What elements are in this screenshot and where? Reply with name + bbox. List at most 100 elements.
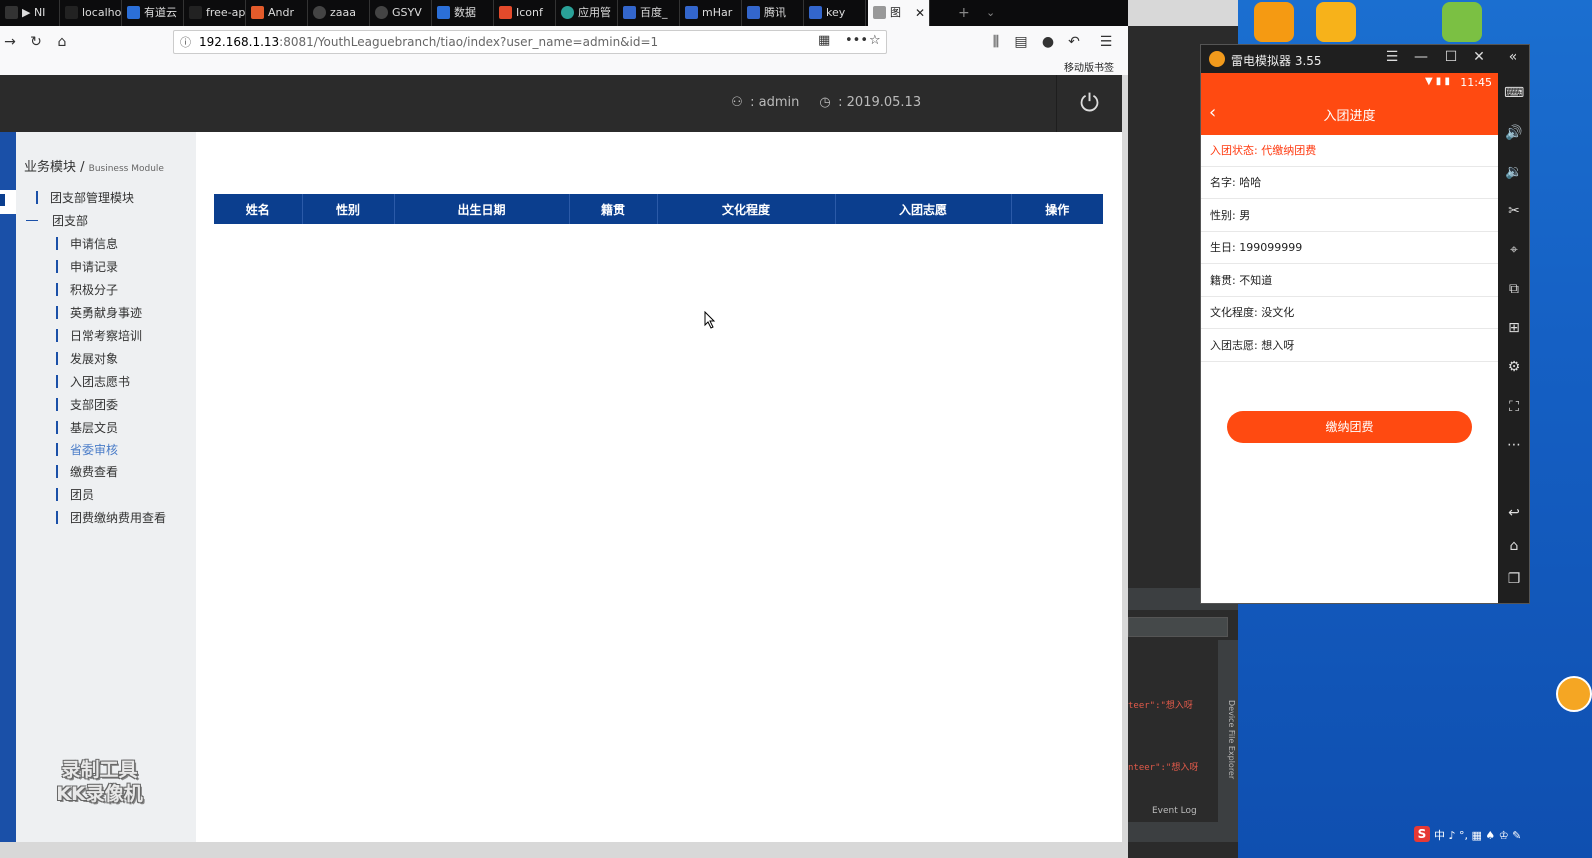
multi-window-icon[interactable]: ⧉ [1504,281,1524,297]
page-actions-icon[interactable]: ••• [845,33,868,48]
logout-power-icon[interactable]: ⏻ [1056,75,1122,132]
browser-tab[interactable]: 应用管 [556,0,618,26]
volume-down-icon[interactable]: 🔉 [1504,164,1524,180]
device-file-explorer-tab[interactable]: Device File Explorer [1222,700,1236,800]
url-text[interactable]: 192.168.1.13:8081/YouthLeaguebranch/tiao… [199,35,658,49]
android-home-icon[interactable]: ⌂ [1504,538,1524,554]
sidebar-subitem[interactable]: 积极分子 [56,282,118,298]
sidebar-subitem[interactable]: 支部团委 [56,397,118,413]
emulator-minimize-icon[interactable]: — [1411,49,1431,65]
new-tab-button[interactable]: + [958,0,970,26]
library-icon[interactable]: ⫼ [986,32,1006,52]
current-date: : 2019.05.13 [838,95,922,110]
event-log-tab[interactable]: Event Log [1152,806,1197,816]
emulator-maximize-icon[interactable]: ☐ [1441,49,1461,65]
emulator-logo-icon [1209,51,1225,67]
watermark-line: 录制工具 [61,759,138,781]
item-bar [56,375,58,388]
forward-icon[interactable]: → [0,32,20,52]
tab-label: 图 [890,6,901,19]
tray-items[interactable]: 中 ♪ °, ▦ ♠ ♔ ✎ [1434,827,1521,843]
reload-icon[interactable]: ↻ [26,32,46,52]
main-content: 姓名 性别 出生日期 籍贯 文化程度 入团志愿 操作 [196,132,1122,842]
floating-app-icon[interactable] [1556,676,1592,712]
browser-tab[interactable]: 数据 [432,0,494,26]
settings-gear-icon[interactable]: ⚙ [1504,359,1524,375]
sidebar-subitem[interactable]: 团员 [56,487,94,503]
sidebar-item-label: 发展对象 [70,352,119,366]
fullscreen-icon[interactable]: ⛶ [1504,399,1524,415]
browser-tab[interactable]: Andr [246,0,308,26]
username: : admin [750,95,800,110]
browser-tab[interactable]: zaaa [308,0,370,26]
location-icon[interactable]: ⌖ [1504,242,1524,258]
ide-dropdown[interactable] [1128,617,1228,637]
sidebar-subitem[interactable]: 英勇献身事迹 [56,305,142,321]
more-icon[interactable]: ⋯ [1504,437,1524,453]
collapse-dash-icon [26,220,38,221]
site-info-icon[interactable]: ⓘ [180,34,191,50]
scissors-icon[interactable]: ✂ [1504,203,1524,219]
tab-label: Andr [268,6,295,19]
tab-label: mHar [702,6,733,19]
browser-tab[interactable]: GSYV [370,0,432,26]
item-bar [56,465,58,478]
tab-list-chevron-icon[interactable]: ⌄ [986,0,995,26]
url-bar[interactable]: ⓘ 192.168.1.13:8081/YouthLeaguebranch/ti… [173,30,887,54]
bookmarks-bar: 移动版书签 [0,58,1128,75]
pay-fee-button[interactable]: 缴纳团费 [1227,411,1472,443]
emulator-collapse-icon[interactable]: « [1503,49,1523,65]
sidebar-item-branch-module[interactable]: 团支部管理模块 [36,190,134,206]
qr-code-icon[interactable]: ▦ [818,33,830,48]
mobile-bookmarks-link[interactable]: 移动版书签 [1064,59,1114,74]
sidebar-subitem[interactable]: 缴费查看 [56,464,118,480]
volume-up-icon[interactable]: 🔊 [1504,125,1524,141]
tab-label: zaaa [330,6,356,19]
desktop-app-icon[interactable] [1442,2,1482,42]
sidebar-subitem[interactable]: 入团志愿书 [56,374,130,390]
date-info: ◷ : 2019.05.13 [816,93,921,113]
sidebar-item-branch[interactable]: 团支部 [26,213,88,229]
browser-tab[interactable]: free-api.h [184,0,246,26]
sidebar-item-label: 团支部 [52,214,89,228]
emulator-toolbar: ⌨ 🔊 🔉 ✂ ⌖ ⧉ ⊞ ⚙ ⛶ ⋯ ↩ ⌂ ❐ [1498,73,1529,603]
apk-install-icon[interactable]: ⊞ [1504,320,1524,336]
bookmark-star-icon[interactable]: ☆ [869,33,881,48]
home-icon[interactable]: ⌂ [52,32,72,52]
emulator-close-icon[interactable]: ✕ [1469,49,1489,65]
sidebar-subitem[interactable]: 申请记录 [56,259,118,275]
browser-tab[interactable]: key [804,0,866,26]
sidebar-subitem-active[interactable]: 省委审核 [56,442,118,458]
desktop-app-icon[interactable] [1254,2,1294,42]
sidebar-subitem[interactable]: 申请信息 [56,236,118,252]
sidebar-subitem[interactable]: 发展对象 [56,351,118,367]
browser-tab[interactable]: ▶ NI [0,0,60,26]
chat-icon[interactable]: ● [1038,32,1058,52]
tab-label: 数据 [454,6,476,19]
menu-icon[interactable]: ☰ [1096,32,1116,52]
browser-tab-active[interactable]: 图 ✕ [868,0,930,26]
tab-favicon [5,6,18,19]
emulator-menu-icon[interactable]: ☰ [1382,49,1402,65]
browser-tab[interactable]: Iconf [494,0,556,26]
browser-tab[interactable]: 百度_ [618,0,680,26]
sidebar-subitem[interactable]: 团费缴纳费用查看 [56,510,166,526]
tab-label: 应用管 [578,6,611,19]
browser-tab[interactable]: 腾讯 [742,0,804,26]
close-tab-icon[interactable]: ✕ [915,0,925,26]
sidebar-subitem[interactable]: 基层文员 [56,420,118,436]
column-header: 操作 [1045,202,1070,217]
browser-tab[interactable]: localhost [60,0,122,26]
browser-tab[interactable]: mHar [680,0,742,26]
desktop-app-icon[interactable] [1316,2,1356,42]
web-page: ⚇ : admin ◷ : 2019.05.13 ⏻ 业务模块 / Busine… [0,75,1122,842]
sidebar-toggle-icon[interactable]: ▤ [1011,32,1031,52]
browser-tab[interactable]: 有道云 [122,0,184,26]
android-back-icon[interactable]: ↩ [1504,505,1524,521]
undo-icon[interactable]: ↶ [1064,32,1084,52]
keyboard-icon[interactable]: ⌨ [1504,85,1524,101]
android-recents-icon[interactable]: ❐ [1504,571,1524,587]
sidebar-subitem[interactable]: 日常考察培训 [56,328,142,344]
sidebar-item-label: 基层文员 [70,421,119,435]
ime-logo-icon[interactable]: S [1414,826,1430,842]
